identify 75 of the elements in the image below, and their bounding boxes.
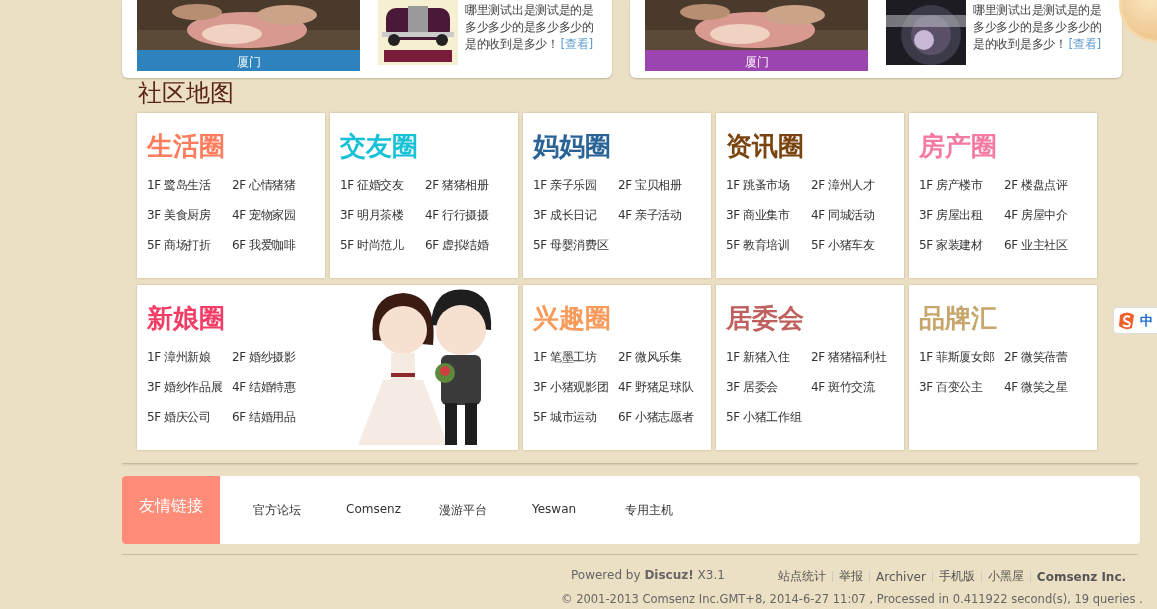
forum-link[interactable]: 1F 房产楼市	[919, 177, 1004, 207]
forum-link[interactable]: 5F 商场打折	[147, 237, 232, 267]
forum-link[interactable]: 6F 业主社区	[1004, 237, 1094, 267]
forum-link[interactable]: 5F 城市运动	[533, 409, 618, 439]
forum-link[interactable]: 4F 同城活动	[811, 207, 901, 237]
forum-link[interactable]: 5F 教育培训	[726, 237, 811, 267]
forum-link[interactable]: 3F 居委会	[726, 379, 811, 409]
forum-link[interactable]: 4F 宠物家园	[232, 207, 322, 237]
forum-link[interactable]: 5F 婚庆公司	[147, 409, 232, 439]
forum-link[interactable]: 3F 成长日记	[533, 207, 618, 237]
forum-link[interactable]: 1F 跳蚤市场	[726, 177, 811, 207]
circle-title[interactable]: 居委会	[726, 301, 904, 349]
forum-link[interactable]: 4F 结婚特惠	[232, 379, 322, 409]
footer-link[interactable]: 举报	[839, 568, 863, 585]
forum-link[interactable]: 1F 征婚交友	[340, 177, 425, 207]
forum-link[interactable]: 2F 漳州人才	[811, 177, 901, 207]
featured-text: 哪里测试出是测试是的是多少多少的是多少多少的是的收到是多少！ [查看]	[973, 2, 1103, 53]
forum-link[interactable]: 6F 我爱咖啡	[232, 237, 322, 267]
photo-caption: 厦门	[137, 50, 360, 71]
forum-link[interactable]: 4F 微笑之星	[1004, 379, 1094, 409]
featured-text: 哪里测试出是测试是的是多少多少的是多少多少的是的收到是多少！ [查看]	[465, 2, 595, 53]
forum-link[interactable]: 5F 小猪工作组	[726, 409, 811, 439]
forum-link[interactable]: 2F 猪猪相册	[425, 177, 515, 207]
forum-link[interactable]: 4F 行行摄摄	[425, 207, 515, 237]
forum-link[interactable]: 3F 房屋出租	[919, 207, 1004, 237]
forum-link[interactable]: 5F 家装建材	[919, 237, 1004, 267]
footer-link[interactable]: 手机版	[938, 568, 975, 585]
forum-link[interactable]: 5F 时尚范儿	[340, 237, 425, 267]
footer-link[interactable]: Archiver	[876, 569, 926, 584]
circle-title[interactable]: 资讯圈	[726, 129, 904, 177]
copyright-text: © 2001-2013 Comsenz Inc.GMT+8, 2014-6-27 11:07 , Processed in 0.411922 second(s), 19 queries .	[561, 592, 1144, 606]
forum-link[interactable]: 6F 虚拟结婚	[425, 237, 515, 267]
friend-link[interactable]: 官方论坛	[253, 501, 346, 519]
forum-link[interactable]: 2F 心情猪猪	[232, 177, 322, 207]
forum-link[interactable]: 2F 微笑蓓蕾	[1004, 349, 1094, 379]
section-title: 社区地图	[138, 78, 235, 109]
footer-link[interactable]: Comsenz Inc.	[1036, 569, 1127, 584]
friend-link[interactable]: Yeswan	[532, 501, 625, 519]
forum-link[interactable]: 4F 斑竹交流	[811, 379, 901, 409]
forum-link[interactable]: 3F 美食厨房	[147, 207, 232, 237]
forum-link[interactable]: 1F 新猪入住	[726, 349, 811, 379]
friend-link[interactable]: 专用主机	[625, 501, 718, 519]
photo-caption: 厦门	[645, 50, 868, 71]
forum-link[interactable]: 3F 商业集市	[726, 207, 811, 237]
forum-link[interactable]: 2F 楼盘点评	[1004, 177, 1094, 207]
forum-link[interactable]: 3F 小猪观影团	[533, 379, 618, 409]
forum-link[interactable]: 1F 菲斯厦女郎	[919, 349, 1004, 379]
forum-link[interactable]: 2F 微风乐集	[618, 349, 708, 379]
forum-link[interactable]: 1F 笔墨工坊	[533, 349, 618, 379]
forum-link[interactable]: 2F 猪猪福利社	[811, 349, 901, 379]
footer-link[interactable]: 站点统计	[778, 568, 826, 585]
forum-link[interactable]: 4F 亲子活动	[618, 207, 708, 237]
forum-link[interactable]: 4F 房屋中介	[1004, 207, 1094, 237]
forum-link[interactable]: 4F 野猪足球队	[618, 379, 708, 409]
ime-toolbar[interactable]: 中	[1113, 307, 1157, 334]
friend-link[interactable]: Comsenz	[346, 501, 439, 519]
forum-link[interactable]: 1F 亲子乐园	[533, 177, 618, 207]
forum-link[interactable]: 3F 婚纱作品展	[147, 379, 232, 409]
forum-link[interactable]: 6F 结婚用品	[232, 409, 322, 439]
friend-link[interactable]: 漫游平台	[439, 501, 532, 519]
links-label: 友情链接	[122, 476, 220, 544]
forum-link[interactable]: 2F 婚纱摄影	[232, 349, 322, 379]
forum-link[interactable]: 6F 小猪志愿者	[618, 409, 708, 439]
footer-link[interactable]: 小黑屋	[987, 568, 1024, 585]
forum-link[interactable]: 5F 小猪车友	[811, 237, 901, 267]
forum-link[interactable]: 2F 宝贝相册	[618, 177, 708, 207]
forum-link[interactable]: 3F 百变公主	[919, 379, 1004, 409]
input-method-logo-icon	[1117, 310, 1137, 331]
powered-by-text: Powered by Discuz! X3.1	[571, 568, 726, 584]
forum-link[interactable]: 5F 母婴消费区	[533, 237, 618, 267]
forum-link[interactable]: 3F 明月茶楼	[340, 207, 425, 237]
forum-link[interactable]: 1F 鹭岛生活	[147, 177, 232, 207]
forum-link[interactable]: 1F 漳州新娘	[147, 349, 232, 379]
circle-title[interactable]: 新娘圈	[147, 301, 325, 349]
circle-title[interactable]: 妈妈圈	[533, 129, 711, 177]
